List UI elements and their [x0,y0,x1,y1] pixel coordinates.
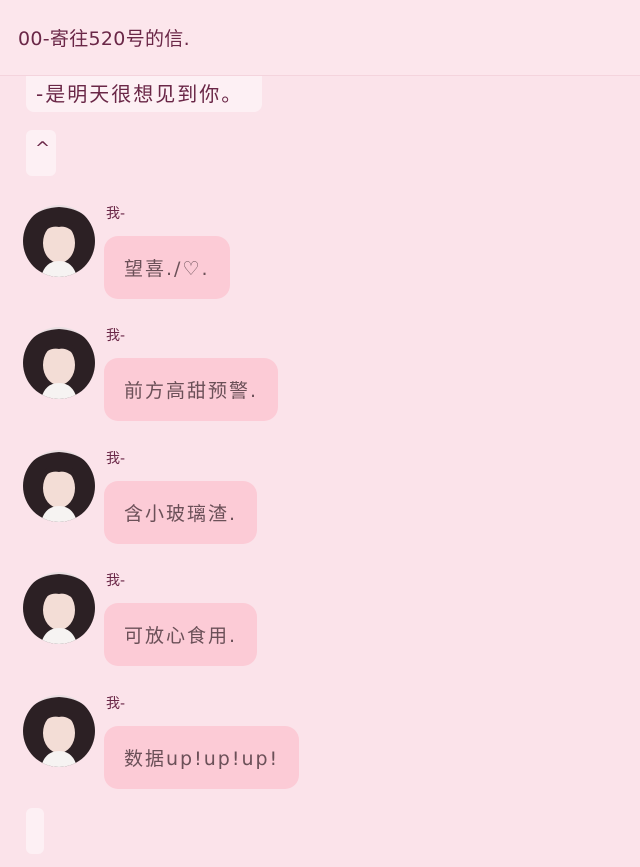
avatar[interactable] [23,695,95,767]
avatar[interactable] [23,327,95,399]
message-bubble[interactable]: 望喜./♡. [104,236,230,299]
sender-name: 我- [106,206,126,222]
chat-message: 我- 望喜./♡. [0,203,640,303]
message-text: 前方高甜预警. [124,380,259,402]
sender-name: 我- [106,696,126,712]
chat-message: 我- 可放心食用. [0,570,640,670]
message-text: 可放心食用. [124,625,238,647]
message-bubble[interactable]: 可放心食用. [104,603,258,666]
avatar[interactable] [23,572,95,644]
message-text: 含小玻璃渣. [124,503,238,525]
avatar-image [23,327,95,399]
message-bubble-partial[interactable] [26,808,44,854]
message-text: -是明天很想见到你。 [36,82,244,106]
sender-name: 我- [106,573,126,589]
avatar[interactable] [23,450,95,522]
message-bubble[interactable]: 前方高甜预警. [104,358,279,421]
chat-header: 00-寄往520号的信. [0,0,640,76]
chat-message: 我- 数据up!up!up! [0,693,640,793]
avatar-image [23,450,95,522]
message-bubble[interactable]: 数据up!up!up! [104,726,300,789]
chat-title: 00-寄往520号的信. [18,28,190,50]
sender-name: 我- [106,328,126,344]
avatar-image [23,572,95,644]
message-bubble[interactable]: 含小玻璃渣. [104,481,258,544]
sender-name: 我- [106,451,126,467]
message-text: 数据up!up!up! [124,748,280,770]
avatar-image [23,205,95,277]
message-text: ^ [35,138,51,159]
chat-message: 我- 前方高甜预警. [0,325,640,425]
message-bubble-caret[interactable]: ^ [26,130,56,176]
avatar-image [23,695,95,767]
avatar[interactable] [23,205,95,277]
chat-message: 我- 含小玻璃渣. [0,448,640,548]
message-text: 望喜./♡. [124,258,210,280]
message-bubble-partial[interactable]: -是明天很想见到你。 [26,76,262,112]
